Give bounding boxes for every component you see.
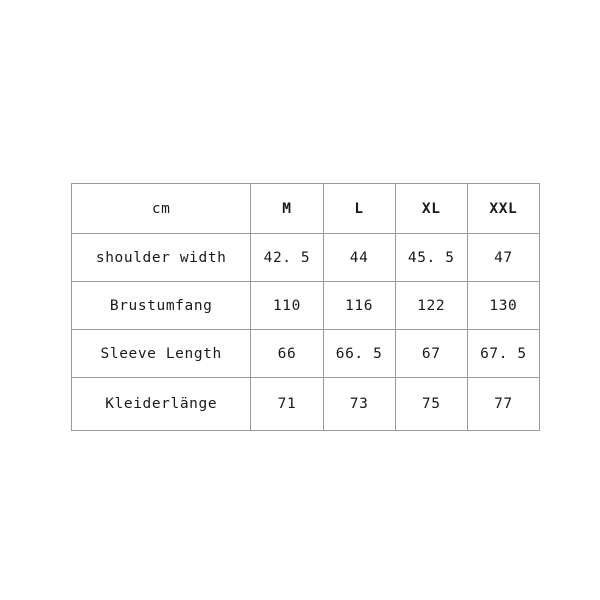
row-label-kleiderlaenge: Kleiderlänge — [70, 377, 252, 431]
table-row: Sleeve Length 66 66. 5 67 67. 5 — [70, 329, 541, 378]
table-row: Brustumfang 110 116 122 130 — [70, 281, 541, 330]
cell-kleiderlaenge-l: 73 — [322, 377, 396, 431]
cell-brustumfang-l: 116 — [322, 281, 396, 330]
row-label-shoulder-width: shoulder width — [70, 233, 252, 282]
cell-brustumfang-xl: 122 — [394, 281, 468, 330]
cell-sleeve-length-m: 66 — [250, 329, 324, 378]
cell-shoulder-width-xxl: 47 — [466, 233, 541, 282]
cell-shoulder-width-m: 42. 5 — [250, 233, 324, 282]
size-chart-table: cm M L XL XXL shoulder width 42. 5 44 45… — [70, 183, 541, 431]
unit-header-cell: cm — [70, 183, 252, 234]
cell-kleiderlaenge-xxl: 77 — [466, 377, 541, 431]
size-header-m: M — [250, 183, 324, 234]
table-row: Kleiderlänge 71 73 75 77 — [70, 377, 541, 431]
cell-sleeve-length-xl: 67 — [394, 329, 468, 378]
cell-brustumfang-xxl: 130 — [466, 281, 541, 330]
cell-shoulder-width-xl: 45. 5 — [394, 233, 468, 282]
cell-sleeve-length-l: 66. 5 — [322, 329, 396, 378]
cell-kleiderlaenge-xl: 75 — [394, 377, 468, 431]
size-header-l: L — [322, 183, 396, 234]
table-header-row: cm M L XL XXL — [70, 183, 541, 234]
table-row: shoulder width 42. 5 44 45. 5 47 — [70, 233, 541, 282]
cell-sleeve-length-xxl: 67. 5 — [466, 329, 541, 378]
cell-shoulder-width-l: 44 — [322, 233, 396, 282]
cell-brustumfang-m: 110 — [250, 281, 324, 330]
size-chart-container: cm M L XL XXL shoulder width 42. 5 44 45… — [70, 183, 541, 431]
size-header-xxl: XXL — [466, 183, 541, 234]
row-label-sleeve-length: Sleeve Length — [70, 329, 252, 378]
cell-kleiderlaenge-m: 71 — [250, 377, 324, 431]
size-header-xl: XL — [394, 183, 468, 234]
row-label-brustumfang: Brustumfang — [70, 281, 252, 330]
